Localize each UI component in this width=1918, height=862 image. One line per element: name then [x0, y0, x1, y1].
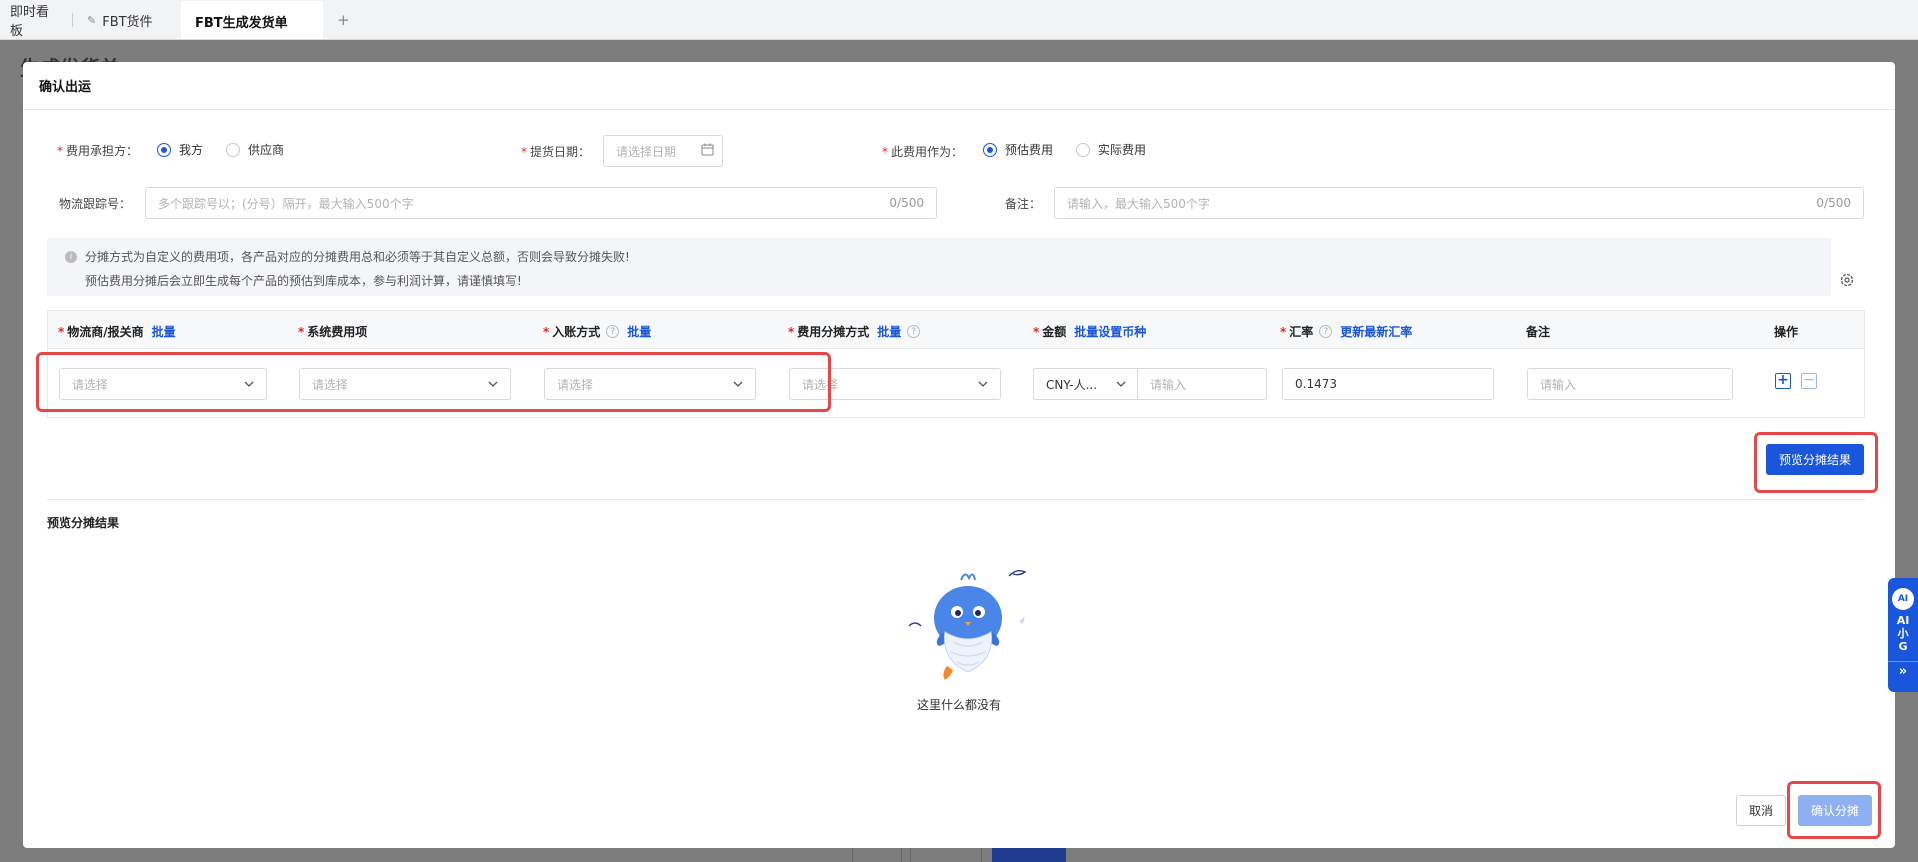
note-input-placeholder: 请输入	[1540, 377, 1577, 392]
tab-fbt-shipment-label: FBT货件	[102, 14, 153, 30]
payer-option-us[interactable]: 我方	[157, 141, 203, 158]
fee-table-header: * 物流商/报关商 批量 * 系统费用项 * 入账方式? 批量 * 费用分摊方式 批量? * 金…	[48, 311, 1864, 349]
ai-assistant-widget[interactable]: AI AI小G »	[1888, 578, 1918, 692]
remark-char-count: 0/500	[1816, 196, 1851, 210]
currency-select-value: CNY-人...	[1046, 377, 1098, 392]
radio-checked-icon	[157, 142, 171, 157]
rate-input[interactable]: 0.1473	[1282, 368, 1494, 400]
highlight-box-confirm	[1787, 781, 1881, 839]
remark-label: 备注：	[1005, 197, 1042, 211]
pickup-date-label: * 提货日期：	[521, 145, 591, 159]
gear-icon[interactable]	[1839, 272, 1855, 288]
pin-icon: ✎	[87, 13, 97, 27]
radio-unchecked-icon	[226, 142, 240, 157]
notice-line-1: 分摊方式为自定义的费用项，各产品对应的分摊费用总和必须等于其自定义总额，否则会导…	[85, 250, 630, 264]
col-amount: * 金额 批量设置币种	[1033, 323, 1147, 340]
add-tab-button[interactable]: +	[323, 1, 364, 39]
ai-expand-icon[interactable]: »	[1888, 661, 1918, 679]
carrier-batch-link[interactable]: 批量	[152, 323, 176, 340]
update-rate-link[interactable]: 更新最新汇率	[1340, 323, 1412, 340]
remark-input[interactable]: 请输入，最大输入500个字 0/500	[1054, 187, 1864, 219]
pickup-date-placeholder: 请选择日期	[616, 144, 677, 159]
tracking-input[interactable]: 多个跟踪号以；(分号）隔开，最大输入500个字 0/500	[145, 187, 937, 219]
pickup-date-picker[interactable]: 请选择日期	[603, 135, 723, 167]
remark-placeholder: 请输入，最大输入500个字	[1067, 196, 1210, 211]
tab-fbt-generate-label: FBT生成发货单	[195, 15, 288, 31]
tab-bar: 即时看板 ✎ FBT货件 FBT生成发货单 +	[0, 0, 1918, 40]
highlight-box-preview	[1754, 432, 1878, 493]
notice-line-2: 预估费用分摊后会立即生成每个产品的预估到库成本，参与利润计算，请谨慎填写!	[85, 274, 522, 288]
chevron-down-icon	[1116, 381, 1126, 387]
col-rate: * 汇率? 更新最新汇率	[1280, 323, 1413, 340]
tab-dashboard[interactable]: 即时看板	[0, 1, 72, 39]
fee-type-actual[interactable]: 实际费用	[1076, 141, 1146, 158]
help-icon[interactable]: ?	[606, 325, 620, 338]
tracking-char-count: 0/500	[889, 196, 924, 210]
chevron-down-icon	[978, 381, 988, 387]
fee-type-label: * 此费用作为：	[882, 145, 964, 159]
set-currency-link[interactable]: 批量设置币种	[1074, 323, 1146, 340]
fee-type-actual-label: 实际费用	[1098, 143, 1147, 157]
currency-select[interactable]: CNY-人...	[1033, 368, 1139, 400]
account-batch-link[interactable]: 批量	[627, 323, 651, 340]
tracking-placeholder: 多个跟踪号以；(分号）隔开，最大输入500个字	[158, 196, 414, 211]
payer-option-supplier-label: 供应商	[248, 143, 285, 157]
empty-mascot-illustration	[908, 569, 1027, 680]
amount-input[interactable]: 请输入	[1137, 368, 1267, 400]
highlight-box-selects	[36, 352, 831, 412]
help-icon[interactable]: ?	[1319, 325, 1333, 338]
ai-logo-icon: AI	[1892, 588, 1914, 610]
remove-row-icon[interactable]: −	[1801, 373, 1817, 389]
add-row-icon[interactable]: +	[1775, 373, 1791, 389]
payer-option-supplier[interactable]: 供应商	[226, 141, 284, 158]
ai-widget-label: AI小G	[1896, 614, 1910, 653]
preview-section-title: 预览分摊结果	[47, 516, 120, 530]
col-carrier: * 物流商/报关商 批量	[58, 323, 176, 340]
col-ops: 操作	[1774, 325, 1799, 339]
col-sys-fee: * 系统费用项	[298, 324, 368, 340]
tab-dashboard-label: 即时看板	[10, 5, 50, 39]
tab-fbt-shipment[interactable]: ✎ FBT货件	[73, 1, 181, 39]
section-divider	[47, 499, 1865, 500]
col-alloc: * 费用分摊方式 批量?	[788, 323, 921, 340]
payer-label: * 费用承担方：	[57, 144, 139, 158]
confirm-shipment-modal: 确认出运 * 费用承担方： 我方 供应商 * 提货日期： 请选择日期 * 此费用作为：…	[23, 62, 1895, 848]
help-icon[interactable]: ?	[907, 325, 921, 338]
tab-fbt-generate[interactable]: FBT生成发货单	[181, 1, 323, 39]
modal-title: 确认出运	[39, 80, 92, 95]
empty-state-text: 这里什么都没有	[916, 698, 1001, 712]
modal-header: 确认出运	[23, 62, 1895, 110]
tracking-label: 物流跟踪号：	[59, 197, 132, 211]
rate-input-value: 0.1473	[1295, 377, 1337, 391]
amount-input-placeholder: 请输入	[1150, 377, 1187, 392]
notice-box: i 分摊方式为自定义的费用项，各产品对应的分摊费用总和必须等于其自定义总额，否则会…	[47, 238, 1831, 296]
cancel-button[interactable]: 取消	[1736, 795, 1786, 826]
col-note: 备注	[1526, 325, 1551, 339]
payer-option-us-label: 我方	[179, 143, 204, 157]
alloc-batch-link[interactable]: 批量	[877, 323, 901, 340]
fee-type-estimated-label: 预估费用	[1005, 143, 1054, 157]
radio-checked-icon	[983, 142, 997, 157]
col-account: * 入账方式? 批量	[543, 323, 652, 340]
calendar-icon	[701, 143, 714, 159]
radio-unchecked-icon	[1076, 142, 1090, 157]
note-input[interactable]: 请输入	[1527, 368, 1733, 400]
fee-type-estimated[interactable]: 预估费用	[983, 141, 1053, 158]
info-icon: i	[65, 250, 77, 263]
